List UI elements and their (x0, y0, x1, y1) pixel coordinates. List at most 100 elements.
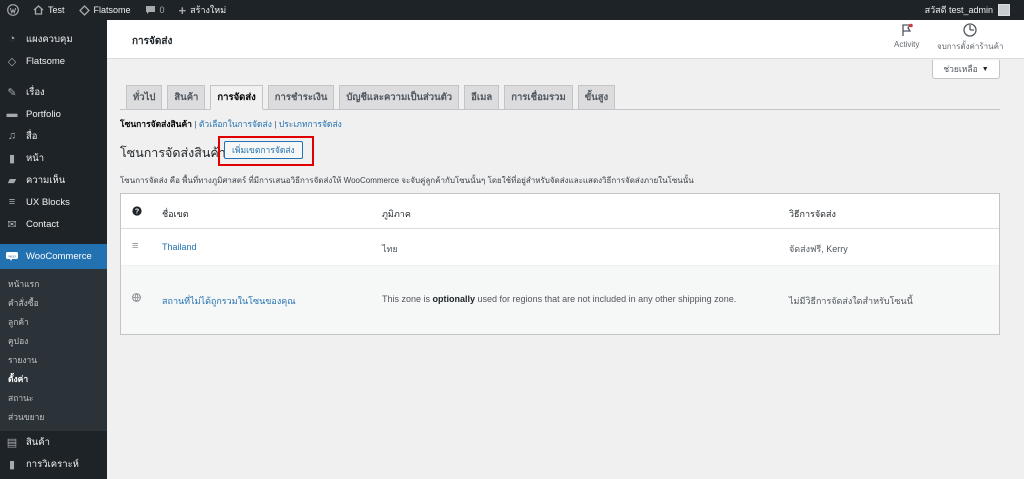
home-icon (33, 5, 44, 15)
page-title: การจัดส่ง (132, 36, 173, 47)
flatsome-icon (78, 4, 90, 16)
rest-region: This zone is optionally used for regions… (382, 294, 737, 304)
flag-icon (902, 23, 913, 36)
woocommerce-submenu: หน้าแรก คำสั่งซื้อ ลูกค้า คูปอง รายงาน ต… (0, 269, 107, 431)
admin-bar: Test Flatsome 0 + สร้างใหม่ สวัสดี test_… (0, 0, 1024, 20)
sidebar-item-comments[interactable]: ▰ ความเห็น (0, 169, 107, 191)
sidebar-item-pages[interactable]: ▮ หน้า (0, 147, 107, 169)
drag-handle-icon[interactable]: ≡ (132, 240, 138, 252)
wp-logo-menu[interactable] (0, 0, 26, 20)
table-row[interactable]: ≡ Thailand ไทย จัดส่งฟรี, Kerry (121, 229, 999, 266)
my-account-menu[interactable]: สวัสดี test_admin (925, 3, 1024, 17)
pin-icon: ✎ (7, 86, 17, 99)
help-label: ช่วยเหลือ (943, 64, 978, 74)
flatsome-label: Flatsome (93, 5, 131, 15)
header-methods: วิธีการจัดส่ง (789, 209, 836, 219)
header-region: ภูมิภาค (382, 209, 411, 219)
subsection-current[interactable]: โซนการจัดส่งสินค้า (120, 119, 192, 129)
tab-emails[interactable]: อีเมล (464, 85, 500, 109)
tab-integration[interactable]: การเชื่อมรวม (504, 85, 573, 109)
tab-shipping[interactable]: การจัดส่ง (210, 85, 263, 110)
product-icon: ▤ (6, 436, 18, 449)
submenu-item-settings[interactable]: ตั้งค่า (0, 370, 107, 389)
activity-label: Activity (894, 40, 920, 49)
admin-sidebar: ◔ แผงควบคุม ◇ Flatsome ✎ เรื่อง ▬ Portfolio … (0, 20, 107, 479)
media-icon: ♫ (7, 130, 17, 142)
sidebar-item-woocommerce[interactable]: woo WooCommerce (0, 244, 107, 269)
page-icon: ▮ (8, 152, 16, 165)
sidebar-item-label: UX Blocks (26, 196, 70, 208)
avatar (998, 4, 1010, 16)
rest-of-world-link[interactable]: สถานที่ไม่ได้ถูกรวมในโซนของคุณ (162, 294, 296, 308)
subsection-nav: โซนการจัดส่งสินค้า | ตัวเลือกในการจัดส่ง… (120, 117, 342, 131)
finish-setup-button[interactable]: จบการตั้งค่าร้านค้า (937, 23, 1003, 53)
finish-setup-label: จบการตั้งค่าร้านค้า (937, 42, 1004, 51)
globe-icon (132, 293, 141, 304)
sidebar-item-contact[interactable]: ✉ Contact (0, 213, 107, 235)
flatsome-icon: ◇ (7, 55, 17, 68)
submenu-item-orders[interactable]: คำสั่งซื้อ (0, 294, 107, 313)
sidebar-item-dashboard[interactable]: ◔ แผงควบคุม (0, 28, 107, 50)
shipping-zones-table: ? ชื่อเขต ภูมิภาค วิธีการจัดส่ง ≡ Thaila… (120, 193, 1000, 335)
tab-products[interactable]: สินค้า (167, 85, 206, 109)
sidebar-item-label: Contact (26, 218, 59, 230)
svg-text:woo: woo (8, 253, 16, 258)
zone-name-link[interactable]: Thailand (162, 242, 197, 252)
blocks-icon: ≡ (8, 196, 16, 208)
zone-methods: จัดส่งฟรี, Kerry (789, 244, 848, 254)
sidebar-item-label: ความเห็น (26, 174, 66, 186)
tab-accounts-privacy[interactable]: บัญชีและความเป็นส่วนตัว (339, 85, 460, 109)
comments-count: 0 (159, 5, 165, 15)
progress-circle-icon (963, 23, 977, 37)
section-description: โซนการจัดส่ง คือ พื้นที่ทางภูมิศาสตร์ ที… (120, 176, 694, 185)
separator: | (194, 119, 197, 129)
sidebar-item-label: หน้า (26, 152, 45, 164)
highlight-box (218, 136, 314, 166)
submenu-item-customers[interactable]: ลูกค้า (0, 313, 107, 332)
subsection-shipping-classes[interactable]: ประเภทการจัดส่ง (279, 119, 342, 129)
sidebar-item-ux-blocks[interactable]: ≡ UX Blocks (0, 191, 107, 213)
comment-icon: ▰ (7, 174, 17, 187)
sidebar-item-products[interactable]: ▤ สินค้า (0, 431, 107, 453)
help-tab-button[interactable]: ช่วยเหลือ ▼ (932, 60, 1000, 79)
header-zone-name: ชื่อเขต (162, 209, 189, 219)
site-name: Test (48, 5, 65, 15)
greeting: สวัสดี test_admin (924, 5, 993, 15)
sidebar-item-label: Flatsome (26, 55, 66, 67)
comments-menu[interactable]: 0 (138, 0, 172, 20)
tab-advanced[interactable]: ขั้นสูง (577, 85, 616, 109)
sidebar-item-posts[interactable]: ✎ เรื่อง (0, 81, 107, 103)
sidebar-item-label: สื่อ (26, 130, 38, 142)
woo-icon: woo (6, 251, 18, 263)
sidebar-item-flatsome[interactable]: ◇ Flatsome (0, 50, 107, 72)
activity-button[interactable]: Activity (894, 23, 919, 49)
submenu-item-reports[interactable]: รายงาน (0, 351, 107, 370)
zone-region: ไทย (382, 244, 398, 254)
new-content-menu[interactable]: + สร้างใหม่ (172, 0, 234, 20)
section-heading: โซนการจัดส่งสินค้า (120, 146, 226, 160)
submenu-item-status[interactable]: สถานะ (0, 389, 107, 408)
submenu-item-coupons[interactable]: คูปอง (0, 332, 107, 351)
table-row[interactable]: สถานที่ไม่ได้ถูกรวมในโซนของคุณ This zone… (121, 266, 999, 334)
caret-down-icon: ▼ (981, 65, 989, 73)
comment-icon (145, 6, 155, 14)
settings-tabs: ทั่วไป สินค้า การจัดส่ง การชำระเงิน บัญช… (120, 85, 1000, 110)
mail-icon: ✉ (7, 218, 17, 231)
sidebar-item-label: แผงควบคุม (26, 33, 73, 45)
rest-methods: ไม่มีวิธีการจัดส่งใดสำหรับโซนนี้ (789, 296, 913, 306)
sidebar-item-label: Portfolio (26, 108, 61, 120)
site-name-menu[interactable]: Test (26, 0, 72, 20)
svg-text:?: ? (135, 209, 139, 216)
sidebar-item-label: เรื่อง (26, 86, 45, 98)
sidebar-item-portfolio[interactable]: ▬ Portfolio (0, 103, 107, 125)
sidebar-item-media[interactable]: ♫ สื่อ (0, 125, 107, 147)
tab-general[interactable]: ทั่วไป (126, 85, 163, 109)
flatsome-menu[interactable]: Flatsome (72, 0, 138, 20)
help-icon[interactable]: ? (132, 206, 142, 218)
submenu-item-home[interactable]: หน้าแรก (0, 275, 107, 294)
subsection-shipping-options[interactable]: ตัวเลือกในการจัดส่ง (199, 119, 272, 129)
dashboard-icon: ◔ (8, 33, 16, 45)
sidebar-item-analytics[interactable]: ▮ การวิเคราะห์ (0, 453, 107, 475)
submenu-item-extensions[interactable]: ส่วนขยาย (0, 408, 107, 427)
tab-payments[interactable]: การชำระเงิน (267, 85, 335, 109)
